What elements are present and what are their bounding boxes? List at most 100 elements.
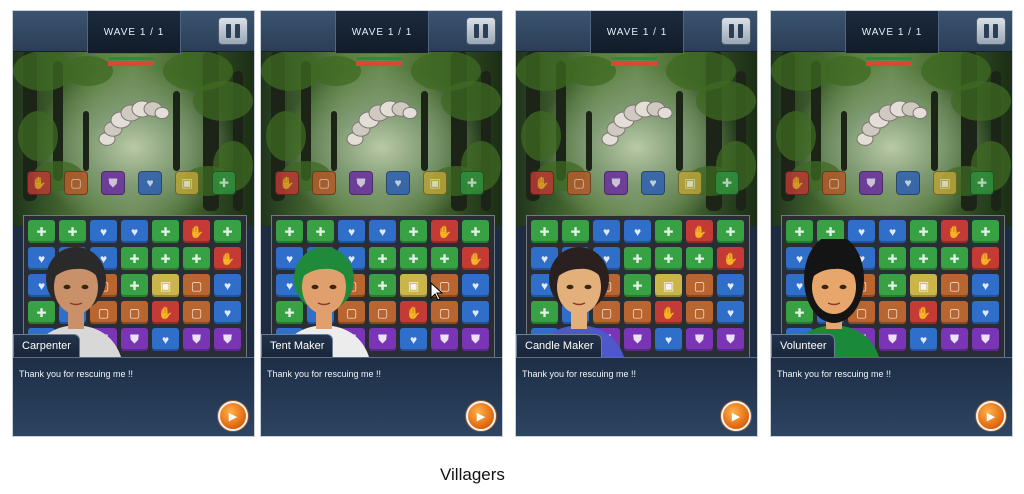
next-button[interactable]: ▶: [218, 401, 248, 431]
board-tile[interactable]: ♥: [462, 274, 489, 297]
board-tile[interactable]: ♥: [910, 328, 937, 351]
next-button[interactable]: ▶: [721, 401, 751, 431]
power-slot[interactable]: ▣: [678, 171, 702, 195]
power-slot[interactable]: ▣: [175, 171, 199, 195]
power-slot[interactable]: ✚: [460, 171, 484, 195]
board-tile[interactable]: ⛊: [462, 328, 489, 351]
power-slot[interactable]: ♥: [896, 171, 920, 195]
board-tile[interactable]: ▣: [400, 274, 427, 297]
board-tile[interactable]: ▢: [941, 301, 968, 324]
pause-button[interactable]: [466, 17, 496, 45]
power-slot[interactable]: ♥: [138, 171, 162, 195]
board-tile[interactable]: ✋: [686, 220, 713, 243]
dialog-box: Thank you for rescuing me !! ▶: [261, 357, 502, 436]
board-tile[interactable]: ✚: [910, 220, 937, 243]
board-tile[interactable]: ⛊: [941, 328, 968, 351]
larva-enemy-icon[interactable]: [851, 91, 931, 151]
power-slot[interactable]: ▣: [933, 171, 957, 195]
power-slot[interactable]: ▢: [822, 171, 846, 195]
power-slot[interactable]: ✚: [970, 171, 994, 195]
board-tile[interactable]: ♥: [717, 274, 744, 297]
board-tile[interactable]: ⛊: [431, 328, 458, 351]
board-tile[interactable]: ✚: [686, 247, 713, 270]
board-tile[interactable]: ♥: [214, 274, 241, 297]
tree-trunk: [173, 91, 180, 171]
pause-button[interactable]: [218, 17, 248, 45]
board-tile[interactable]: ♥: [214, 301, 241, 324]
board-tile[interactable]: ♥: [655, 328, 682, 351]
next-button[interactable]: ▶: [976, 401, 1006, 431]
board-tile[interactable]: ⛊: [183, 328, 210, 351]
power-slot[interactable]: ⛊: [604, 171, 628, 195]
board-tile[interactable]: ✋: [152, 301, 179, 324]
board-tile[interactable]: ✚: [152, 247, 179, 270]
board-tile[interactable]: ✚: [431, 247, 458, 270]
board-tile[interactable]: ⛊: [717, 328, 744, 351]
board-tile[interactable]: ▢: [183, 274, 210, 297]
board-tile[interactable]: ✚: [400, 247, 427, 270]
board-tile[interactable]: ▢: [686, 301, 713, 324]
pause-button[interactable]: [976, 17, 1006, 45]
board-tile[interactable]: ▣: [910, 274, 937, 297]
board-tile[interactable]: ✚: [655, 220, 682, 243]
board-tile[interactable]: ✋: [214, 247, 241, 270]
power-slot[interactable]: ♥: [386, 171, 410, 195]
board-tile[interactable]: ▣: [655, 274, 682, 297]
foliage: [566, 56, 616, 86]
power-slot[interactable]: ▢: [64, 171, 88, 195]
power-slot[interactable]: ▢: [312, 171, 336, 195]
board-tile[interactable]: ♥: [717, 301, 744, 324]
board-tile[interactable]: ⛊: [214, 328, 241, 351]
board-tile[interactable]: ✚: [717, 220, 744, 243]
board-tile[interactable]: ✚: [910, 247, 937, 270]
power-slot[interactable]: ✚: [715, 171, 739, 195]
board-tile[interactable]: ♥: [972, 301, 999, 324]
board-tile[interactable]: ✋: [910, 301, 937, 324]
power-slot[interactable]: ▣: [423, 171, 447, 195]
board-tile[interactable]: ♥: [462, 301, 489, 324]
top-bar: WAVE 1 / 1: [261, 11, 502, 54]
board-tile[interactable]: ▣: [152, 274, 179, 297]
board-tile[interactable]: ✚: [400, 220, 427, 243]
board-tile[interactable]: ✋: [972, 247, 999, 270]
board-tile[interactable]: ▢: [941, 274, 968, 297]
power-slot[interactable]: ▢: [567, 171, 591, 195]
board-tile[interactable]: ♥: [152, 328, 179, 351]
board-tile[interactable]: ✋: [941, 220, 968, 243]
board-tile[interactable]: ♥: [972, 274, 999, 297]
power-slot[interactable]: ♥: [641, 171, 665, 195]
power-slot[interactable]: ✋: [530, 171, 554, 195]
board-tile[interactable]: ✋: [717, 247, 744, 270]
board-tile[interactable]: ▢: [686, 274, 713, 297]
power-slot[interactable]: ✋: [275, 171, 299, 195]
board-tile[interactable]: ✚: [214, 220, 241, 243]
board-tile[interactable]: ✚: [655, 247, 682, 270]
board-tile[interactable]: ✋: [183, 220, 210, 243]
board-tile[interactable]: ♥: [400, 328, 427, 351]
board-tile[interactable]: ✚: [941, 247, 968, 270]
power-slot[interactable]: ✋: [785, 171, 809, 195]
power-slot[interactable]: ⛊: [349, 171, 373, 195]
power-slot[interactable]: ⛊: [859, 171, 883, 195]
board-tile[interactable]: ✋: [400, 301, 427, 324]
board-tile[interactable]: ✚: [972, 220, 999, 243]
board-tile[interactable]: ✚: [183, 247, 210, 270]
board-tile[interactable]: ✚: [152, 220, 179, 243]
character-name-tag: Candle Maker: [516, 334, 603, 358]
pause-button[interactable]: [721, 17, 751, 45]
board-tile[interactable]: ▢: [183, 301, 210, 324]
board-tile[interactable]: ✋: [462, 247, 489, 270]
next-button[interactable]: ▶: [466, 401, 496, 431]
power-slot[interactable]: ⛊: [101, 171, 125, 195]
power-slot[interactable]: ✋: [27, 171, 51, 195]
board-tile[interactable]: ▢: [431, 301, 458, 324]
power-slot[interactable]: ✚: [212, 171, 236, 195]
board-tile[interactable]: ✚: [462, 220, 489, 243]
larva-enemy-icon[interactable]: [596, 91, 676, 151]
board-tile[interactable]: ⛊: [972, 328, 999, 351]
board-tile[interactable]: ✋: [655, 301, 682, 324]
larva-enemy-icon[interactable]: [341, 91, 421, 151]
larva-enemy-icon[interactable]: [93, 91, 173, 151]
board-tile[interactable]: ⛊: [686, 328, 713, 351]
board-tile[interactable]: ✋: [431, 220, 458, 243]
